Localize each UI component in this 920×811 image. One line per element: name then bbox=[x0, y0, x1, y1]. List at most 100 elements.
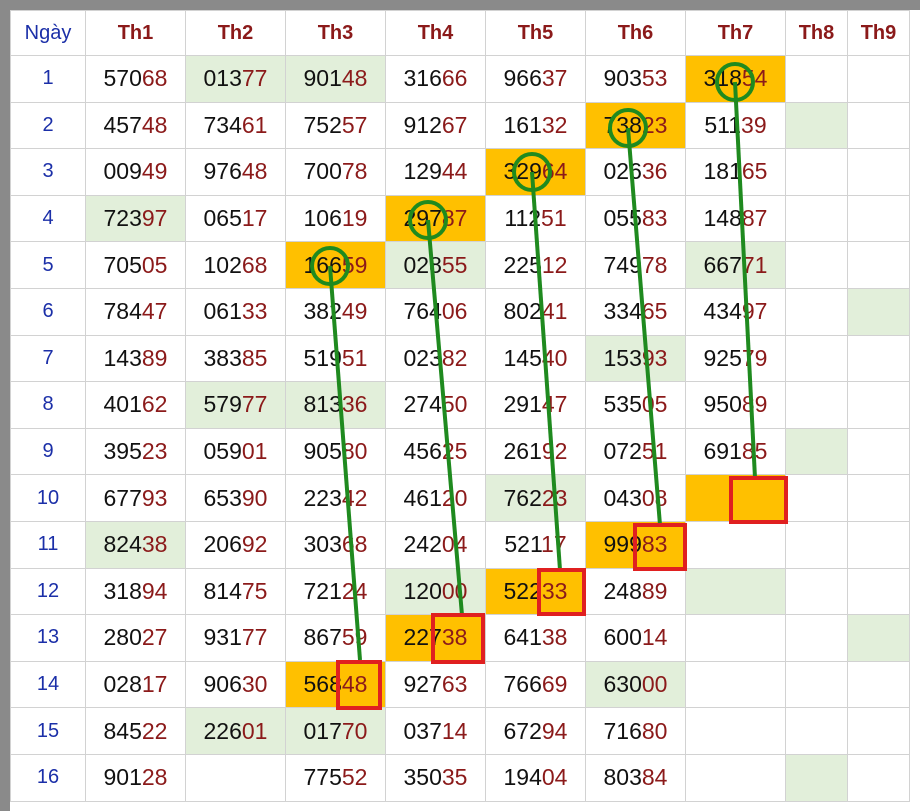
result-cell: 28027 bbox=[85, 614, 186, 662]
number-head: 145 bbox=[503, 344, 542, 371]
number-tail: 52 bbox=[341, 764, 368, 791]
number-head: 511 bbox=[704, 111, 742, 138]
result-cell: 70078 bbox=[285, 148, 386, 196]
result-cell: 53505 bbox=[585, 381, 686, 429]
result-cell: 22601 bbox=[185, 707, 286, 755]
result-cell: 15393 bbox=[585, 334, 686, 383]
number-tail: 51 bbox=[641, 438, 668, 465]
result-cell bbox=[785, 334, 848, 383]
frame-border-top bbox=[0, 0, 920, 10]
result-cell: 46120 bbox=[385, 474, 486, 522]
number-head: 261 bbox=[503, 438, 542, 465]
result-cell bbox=[847, 55, 910, 103]
result-cell: 16132 bbox=[485, 101, 586, 150]
result-cell: 76669 bbox=[485, 660, 586, 709]
number-tail: 48 bbox=[341, 65, 368, 92]
result-cell bbox=[785, 241, 848, 289]
table-row: 1 57068 01377 90148 31666 96637 90353 31854 bbox=[10, 55, 910, 103]
number-tail: 25 bbox=[441, 438, 468, 465]
table-row: 16 90128 77552 35035 19404 80384 bbox=[10, 753, 910, 802]
result-cell: 93177 bbox=[185, 614, 286, 662]
number-head: 723 bbox=[103, 205, 142, 232]
result-cell: 06517 bbox=[185, 194, 286, 243]
result-cell: 02382 bbox=[385, 334, 486, 383]
result-cell bbox=[685, 614, 786, 662]
number-head: 106 bbox=[303, 205, 342, 232]
day-number-cell: 16 bbox=[10, 753, 86, 802]
column-header-th3: Th3 bbox=[285, 10, 386, 56]
number-head: 521 bbox=[504, 531, 542, 558]
number-head: 803 bbox=[603, 764, 642, 791]
number-tail: 33 bbox=[541, 577, 568, 604]
day-number-cell: 4 bbox=[10, 194, 86, 243]
number-tail: 65 bbox=[641, 298, 668, 325]
result-cell: 64138 bbox=[485, 614, 586, 662]
result-cell: 73461 bbox=[185, 101, 286, 150]
number-tail: 04 bbox=[441, 531, 468, 558]
number-head: 950 bbox=[703, 391, 742, 418]
number-tail: 89 bbox=[141, 344, 168, 371]
number-tail: 78 bbox=[641, 251, 668, 278]
result-cell bbox=[847, 707, 910, 755]
number-head: 672 bbox=[503, 717, 542, 744]
number-head: 824 bbox=[103, 531, 142, 558]
table-row: 4 72397 06517 10619 29787 11251 05583 14887 bbox=[10, 194, 910, 243]
table-row: 10 67793 65390 22342 46120 76223 04308 bbox=[10, 474, 910, 522]
number-tail: 97 bbox=[741, 298, 768, 325]
number-head: 535 bbox=[603, 391, 642, 418]
number-head: 166 bbox=[303, 251, 342, 278]
result-cell bbox=[785, 520, 848, 569]
result-cell: 29787 bbox=[385, 194, 486, 243]
number-head: 153 bbox=[603, 344, 642, 371]
result-cell: 29147 bbox=[485, 381, 586, 429]
number-tail: 48 bbox=[241, 158, 268, 185]
day-number-cell: 6 bbox=[10, 287, 86, 336]
number-tail: 94 bbox=[541, 717, 568, 744]
number-tail: 92 bbox=[241, 531, 268, 558]
result-cell: 30368 bbox=[285, 520, 386, 569]
number-tail: 17 bbox=[141, 671, 168, 698]
result-cell: 40162 bbox=[85, 381, 186, 429]
number-tail: 22 bbox=[141, 717, 168, 744]
result-cell: 45748 bbox=[85, 101, 186, 150]
result-cell bbox=[847, 148, 910, 196]
number-head: 120 bbox=[403, 577, 442, 604]
result-cell: 86759 bbox=[285, 614, 386, 662]
result-cell: 63000 bbox=[585, 660, 686, 709]
table-row: 12 31894 81475 72124 12000 52233 24889 bbox=[10, 567, 910, 616]
result-cell bbox=[785, 101, 848, 150]
result-cell: 33465 bbox=[585, 287, 686, 336]
number-head: 112 bbox=[504, 205, 542, 232]
number-tail: 05 bbox=[141, 251, 168, 278]
number-tail: 51 bbox=[341, 344, 368, 371]
day-number-cell: 2 bbox=[10, 101, 86, 150]
result-cell: 92579 bbox=[685, 334, 786, 383]
result-cell: 26192 bbox=[485, 427, 586, 476]
number-head: 749 bbox=[603, 251, 642, 278]
result-cell bbox=[785, 55, 848, 103]
result-cell: 14540 bbox=[485, 334, 586, 383]
number-head: 017 bbox=[303, 717, 342, 744]
number-tail: 85 bbox=[241, 344, 268, 371]
result-cell: 03714 bbox=[385, 707, 486, 755]
number-head: 522 bbox=[503, 577, 542, 604]
result-cell bbox=[847, 474, 910, 522]
result-cell: 05901 bbox=[185, 427, 286, 476]
number-tail: 28 bbox=[141, 764, 168, 791]
number-head: 906 bbox=[203, 671, 242, 698]
result-cell: 00949 bbox=[85, 148, 186, 196]
number-head: 143 bbox=[103, 344, 142, 371]
number-tail: 80 bbox=[641, 717, 668, 744]
number-head: 226 bbox=[203, 717, 242, 744]
number-tail: 23 bbox=[641, 111, 668, 138]
result-cell bbox=[847, 614, 910, 662]
result-cell bbox=[847, 287, 910, 336]
number-tail: 44 bbox=[441, 158, 468, 185]
result-cell: 52233 bbox=[485, 567, 586, 616]
number-head: 903 bbox=[603, 65, 642, 92]
column-header-th4: Th4 bbox=[385, 10, 486, 56]
result-cell: 72397 bbox=[85, 194, 186, 243]
number-head: 752 bbox=[303, 111, 342, 138]
number-tail: 77 bbox=[241, 65, 268, 92]
day-number-cell: 5 bbox=[10, 241, 86, 289]
